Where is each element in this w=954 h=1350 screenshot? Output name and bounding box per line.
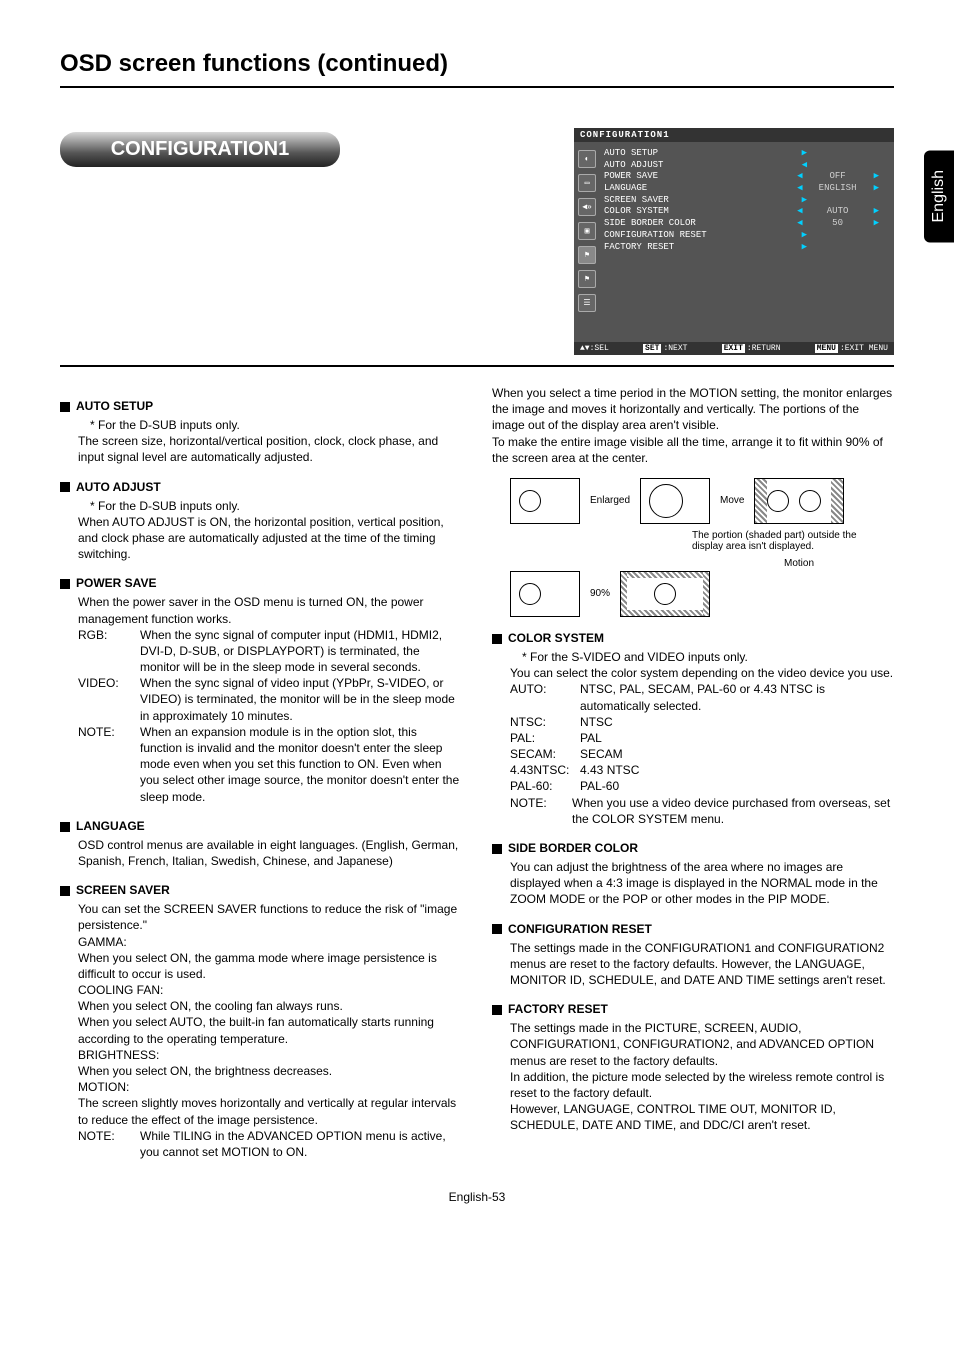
body-text: 4.43 NTSC: [580, 762, 639, 778]
osd-item: AUTO ADJUST: [604, 160, 796, 172]
motion-diagram-row2: 90%: [510, 571, 894, 617]
body-text: To make the entire image visible all the…: [492, 434, 894, 466]
note: * For the D-SUB inputs only.: [90, 498, 462, 514]
label: PAL:: [510, 730, 580, 746]
label: NOTE:: [78, 724, 140, 805]
osd-item: POWER SAVE: [604, 171, 791, 183]
label: BRIGHTNESS:: [78, 1047, 462, 1063]
osd-item: AUTO SETUP: [604, 148, 796, 160]
label: SECAM:: [510, 746, 580, 762]
osd-icon: ◐: [578, 150, 596, 168]
body-text: When you select ON, the gamma mode where…: [78, 950, 462, 982]
label: MOTION:: [78, 1079, 462, 1095]
heading-color-system: COLOR SYSTEM: [492, 631, 894, 645]
body-text: When AUTO ADJUST is ON, the horizontal p…: [78, 514, 462, 563]
label-enlarged: Enlarged: [590, 495, 630, 506]
osd-item: SCREEN SAVER: [604, 195, 796, 207]
note: * For the S-VIDEO and VIDEO inputs only.: [522, 649, 894, 665]
label: GAMMA:: [78, 934, 462, 950]
body-text: When you select ON, the cooling fan alwa…: [78, 998, 462, 1014]
osd-icon: ▣: [578, 222, 596, 240]
body-text: While TILING in the ADVANCED OPTION menu…: [140, 1128, 462, 1160]
diagram-note: The portion (shaded part) outside the di…: [692, 530, 872, 552]
osd-icon: ☰: [578, 294, 596, 312]
osd-menu-list: AUTO SETUP▶ AUTO ADJUST◀ POWER SAVE◀OFF▶…: [604, 148, 884, 312]
body-text: You can set the SCREEN SAVER functions t…: [78, 901, 462, 933]
osd-item: CONFIGURATION RESET: [604, 230, 796, 242]
body-text: The settings made in the PICTURE, SCREEN…: [510, 1020, 894, 1069]
heading-power-save: POWER SAVE: [60, 576, 462, 590]
label: AUTO:: [510, 681, 580, 713]
osd-screenshot: CONFIGURATION1 ◐ ▭ ◀» ▣ ⚑ ⚑ ☰ AUTO SETUP…: [574, 128, 894, 355]
body-text: When the power saver in the OSD menu is …: [78, 594, 462, 626]
body-text: When you select ON, the brightness decre…: [78, 1063, 462, 1079]
page-title: OSD screen functions (continued): [60, 50, 894, 88]
label: COOLING FAN:: [78, 982, 462, 998]
label: NOTE:: [510, 795, 572, 827]
label: 4.43NTSC:: [510, 762, 580, 778]
note: * For the D-SUB inputs only.: [90, 417, 462, 433]
osd-item: FACTORY RESET: [604, 242, 796, 254]
osd-item: SIDE BORDER COLOR: [604, 218, 791, 230]
label: RGB:: [78, 627, 140, 676]
heading-language: LANGUAGE: [60, 819, 462, 833]
heading-screen-saver: SCREEN SAVER: [60, 883, 462, 897]
body-text: When the sync signal of video input (YPb…: [140, 675, 462, 724]
osd-item: COLOR SYSTEM: [604, 206, 791, 218]
osd-icon: ◀»: [578, 198, 596, 216]
osd-sidebar-icons: ◐ ▭ ◀» ▣ ⚑ ⚑ ☰: [578, 150, 596, 312]
body-text: When the sync signal of computer input (…: [140, 627, 462, 676]
body-text: The settings made in the CONFIGURATION1 …: [510, 940, 894, 989]
language-side-tab: English: [924, 150, 954, 242]
osd-title: CONFIGURATION1: [574, 128, 894, 142]
label: NTSC:: [510, 714, 580, 730]
osd-icon: ▭: [578, 174, 596, 192]
right-column: When you select a time period in the MOT…: [492, 385, 894, 1160]
divider: [60, 365, 894, 367]
body-text: When you use a video device purchased fr…: [572, 795, 894, 827]
osd-icon: ⚑: [578, 270, 596, 288]
body-text: When you select AUTO, the built-in fan a…: [78, 1014, 462, 1046]
page-number: English-53: [60, 1190, 894, 1204]
label-move: Move: [720, 495, 744, 506]
heading-factory-reset: FACTORY RESET: [492, 1002, 894, 1016]
body-text: OSD control menus are available in eight…: [78, 837, 462, 869]
osd-icon: ⚑: [578, 246, 596, 264]
left-column: AUTO SETUP * For the D-SUB inputs only. …: [60, 385, 462, 1160]
body-text: The screen size, horizontal/vertical pos…: [78, 433, 462, 465]
body-text: PAL-60: [580, 778, 619, 794]
body-text: In addition, the picture mode selected b…: [510, 1069, 894, 1101]
heading-auto-setup: AUTO SETUP: [60, 399, 462, 413]
osd-footer: ▲▼:SEL SET:NEXT EXIT:RETURN MENU:EXIT ME…: [574, 342, 894, 355]
body-text: You can adjust the brightness of the are…: [510, 859, 894, 908]
heading-side-border-color: SIDE BORDER COLOR: [492, 841, 894, 855]
heading-auto-adjust: AUTO ADJUST: [60, 480, 462, 494]
motion-diagram-row1: Enlarged Move: [510, 478, 894, 524]
body-text: When you select a time period in the MOT…: [492, 385, 894, 434]
body-text: However, LANGUAGE, CONTROL TIME OUT, MON…: [510, 1101, 894, 1133]
label-ninety: 90%: [590, 588, 610, 599]
body-text: PAL: [580, 730, 602, 746]
body-text: The screen slightly moves horizontally a…: [78, 1095, 462, 1127]
body-text: When an expansion module is in the optio…: [140, 724, 462, 805]
label: NOTE:: [78, 1128, 140, 1160]
section-pill-configuration1: CONFIGURATION1: [60, 132, 340, 167]
label-motion: Motion: [492, 558, 814, 569]
label: PAL-60:: [510, 778, 580, 794]
body-text: NTSC, PAL, SECAM, PAL-60 or 4.43 NTSC is…: [580, 681, 894, 713]
body-text: You can select the color system dependin…: [510, 665, 894, 681]
body-text: NTSC: [580, 714, 613, 730]
heading-configuration-reset: CONFIGURATION RESET: [492, 922, 894, 936]
label: VIDEO:: [78, 675, 140, 724]
osd-item: LANGUAGE: [604, 183, 791, 195]
body-text: SECAM: [580, 746, 623, 762]
